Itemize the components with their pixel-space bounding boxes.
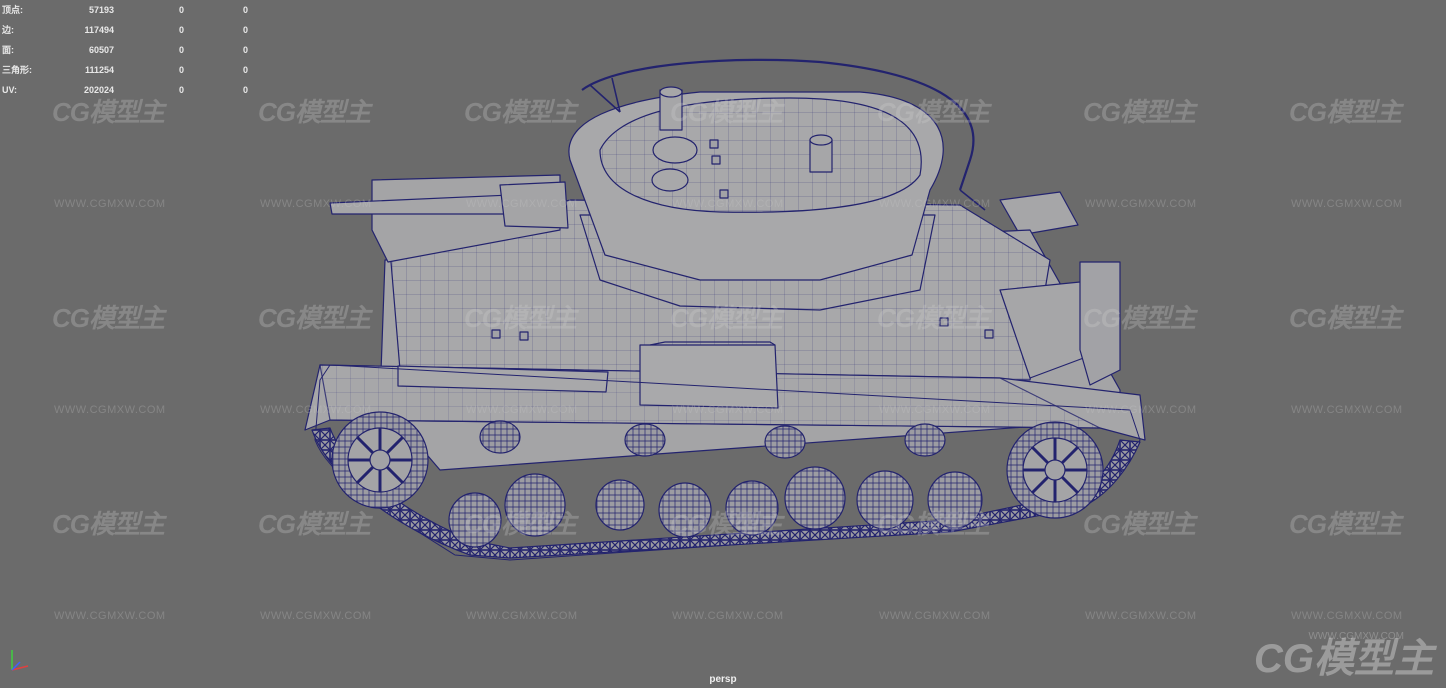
hud-value: 60507 [88,45,114,55]
hud-value: 0 [178,65,184,75]
hud-value: 117494 [84,25,114,35]
hud-label: 面: [2,45,14,55]
hud-value: 0 [242,5,248,15]
hud-value: 111254 [84,65,114,75]
camera-name-label: persp [709,674,737,685]
hud-value: 0 [242,65,248,75]
hud-row-triangles: 三角形: 111254 0 0 [2,60,252,80]
hud-label: UV: [2,85,18,95]
hud-label: 三角形: [2,65,32,75]
hud-value: 0 [178,25,184,35]
hud-value: 0 [242,85,248,95]
hud-label: 顶点: [2,5,23,15]
hud-value: 0 [178,85,184,95]
hud-value: 0 [178,5,184,15]
hud-value: 57193 [88,5,114,15]
hud-row-edges: 边: 117494 0 0 [2,20,252,40]
hud-row-vertices: 顶点: 57193 0 0 [2,0,252,20]
hud-value: 0 [178,45,184,55]
hud-label: 边: [2,25,14,35]
maya-viewport[interactable]: 顶点: 57193 0 0 边: 117494 0 0 面: 60507 0 0… [0,0,1446,688]
tank-wireframe-model[interactable] [0,0,1446,688]
hud-row-faces: 面: 60507 0 0 [2,40,252,60]
hud-value: 0 [242,25,248,35]
hud-value: 0 [242,45,248,55]
axis-gizmo-icon [11,650,29,671]
hud-row-uvs: UV: 202024 0 0 [2,80,252,100]
hud-value: 202024 [83,85,114,95]
poly-count-hud: 顶点: 57193 0 0 边: 117494 0 0 面: 60507 0 0… [2,0,252,100]
